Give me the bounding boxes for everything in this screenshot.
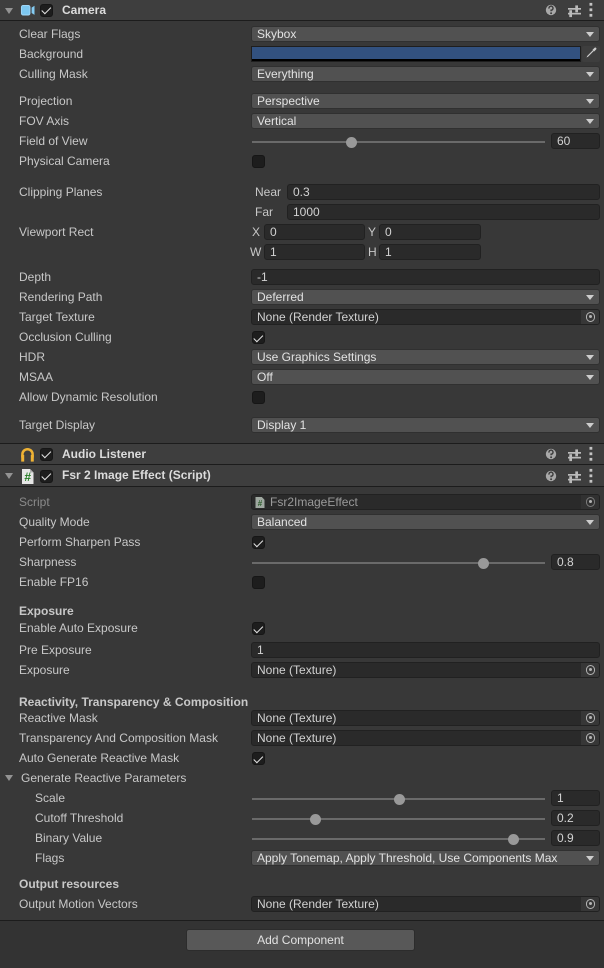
svg-text:#: # xyxy=(24,470,31,484)
svg-text:#: # xyxy=(258,499,263,508)
